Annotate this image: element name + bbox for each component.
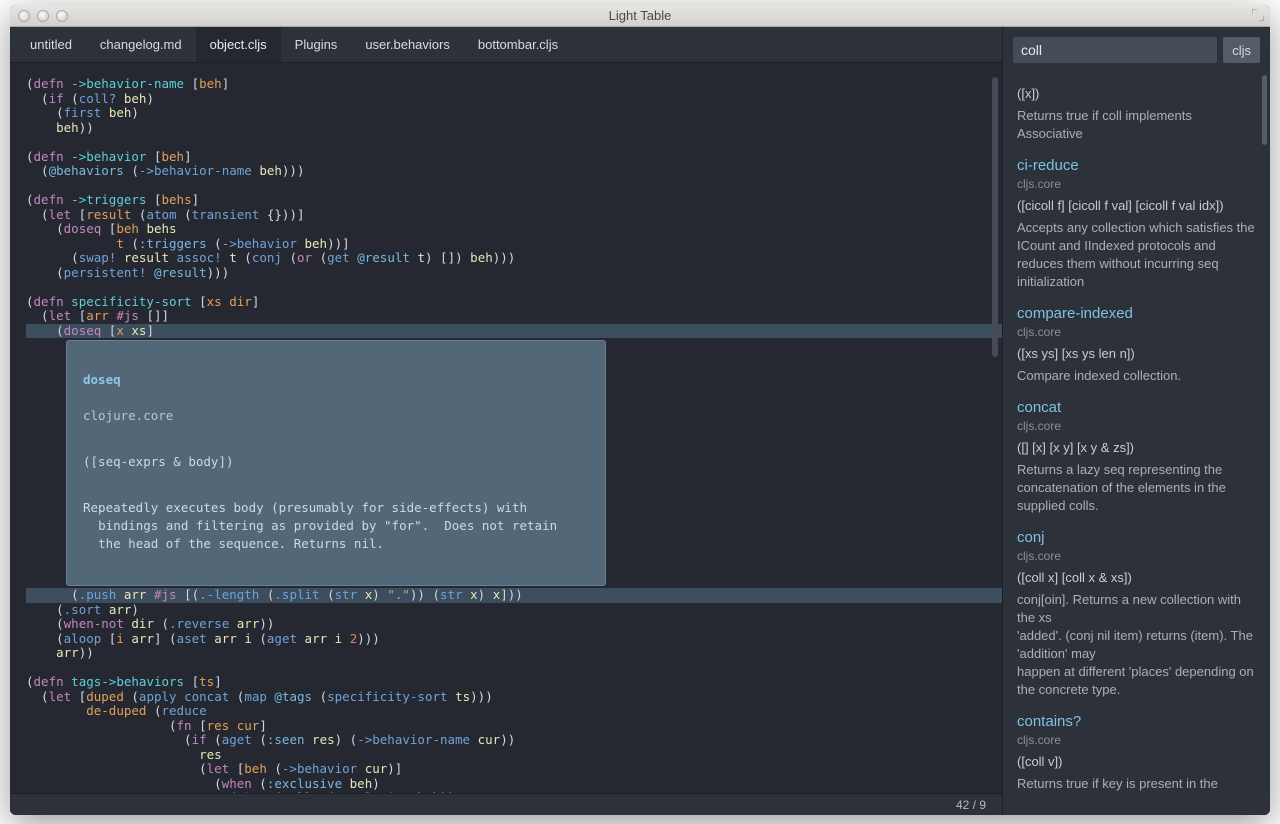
doc-results[interactable]: ([x]) Returns true if coll implements As… bbox=[1003, 71, 1270, 815]
doc-tooltip: doseq clojure.core ([seq-exprs & body]) … bbox=[66, 340, 606, 586]
language-badge[interactable]: cljs bbox=[1223, 37, 1260, 63]
zoom-button[interactable] bbox=[56, 10, 68, 22]
doc-item[interactable]: conj cljs.core ([coll x] [coll x & xs]) … bbox=[1017, 529, 1256, 699]
code-editor[interactable]: (defn ->behavior-name [beh] (if (coll? b… bbox=[10, 63, 1002, 793]
titlebar: Light Table bbox=[10, 5, 1270, 27]
expand-icon[interactable] bbox=[1252, 9, 1264, 21]
main-pane: untitled changelog.md object.cljs Plugin… bbox=[10, 27, 1002, 815]
editor-scrollbar[interactable] bbox=[992, 77, 998, 357]
sidebar-scrollbar[interactable] bbox=[1262, 75, 1267, 145]
tab-untitled[interactable]: untitled bbox=[16, 27, 86, 62]
doc-item[interactable]: concat cljs.core ([] [x] [x y] [x y & zs… bbox=[1017, 399, 1256, 515]
cursor-position: 42 / 9 bbox=[956, 798, 986, 812]
tooltip-name: doseq bbox=[83, 371, 589, 389]
doc-item[interactable]: compare-indexed cljs.core ([xs ys] [xs y… bbox=[1017, 305, 1256, 385]
tab-changelog[interactable]: changelog.md bbox=[86, 27, 196, 62]
tab-bottombar[interactable]: bottombar.cljs bbox=[464, 27, 572, 62]
search-input[interactable] bbox=[1013, 37, 1217, 63]
tooltip-doc: Repeatedly executes body (presumably for… bbox=[83, 499, 589, 553]
window: Light Table untitled changelog.md object… bbox=[10, 5, 1270, 815]
body: untitled changelog.md object.cljs Plugin… bbox=[10, 27, 1270, 815]
tab-plugins[interactable]: Plugins bbox=[281, 27, 352, 62]
tab-bar: untitled changelog.md object.cljs Plugin… bbox=[10, 27, 1002, 63]
window-title: Light Table bbox=[10, 8, 1270, 23]
close-button[interactable] bbox=[18, 10, 30, 22]
tab-object-cljs[interactable]: object.cljs bbox=[196, 27, 281, 62]
tooltip-arglist: ([seq-exprs & body]) bbox=[83, 453, 589, 471]
doc-item[interactable]: ([x]) Returns true if coll implements As… bbox=[1017, 85, 1256, 143]
doc-item[interactable]: contains? cljs.core ([coll v]) Returns t… bbox=[1017, 713, 1256, 793]
doc-item[interactable]: ci-reduce cljs.core ([cicoll f] [cicoll … bbox=[1017, 157, 1256, 291]
minimize-button[interactable] bbox=[37, 10, 49, 22]
status-bar: 42 / 9 bbox=[10, 793, 1002, 815]
doc-search-panel: cljs ([x]) Returns true if coll implemen… bbox=[1002, 27, 1270, 815]
traffic-lights bbox=[10, 10, 68, 22]
tooltip-namespace: clojure.core bbox=[83, 407, 589, 425]
tab-user-behaviors[interactable]: user.behaviors bbox=[351, 27, 464, 62]
